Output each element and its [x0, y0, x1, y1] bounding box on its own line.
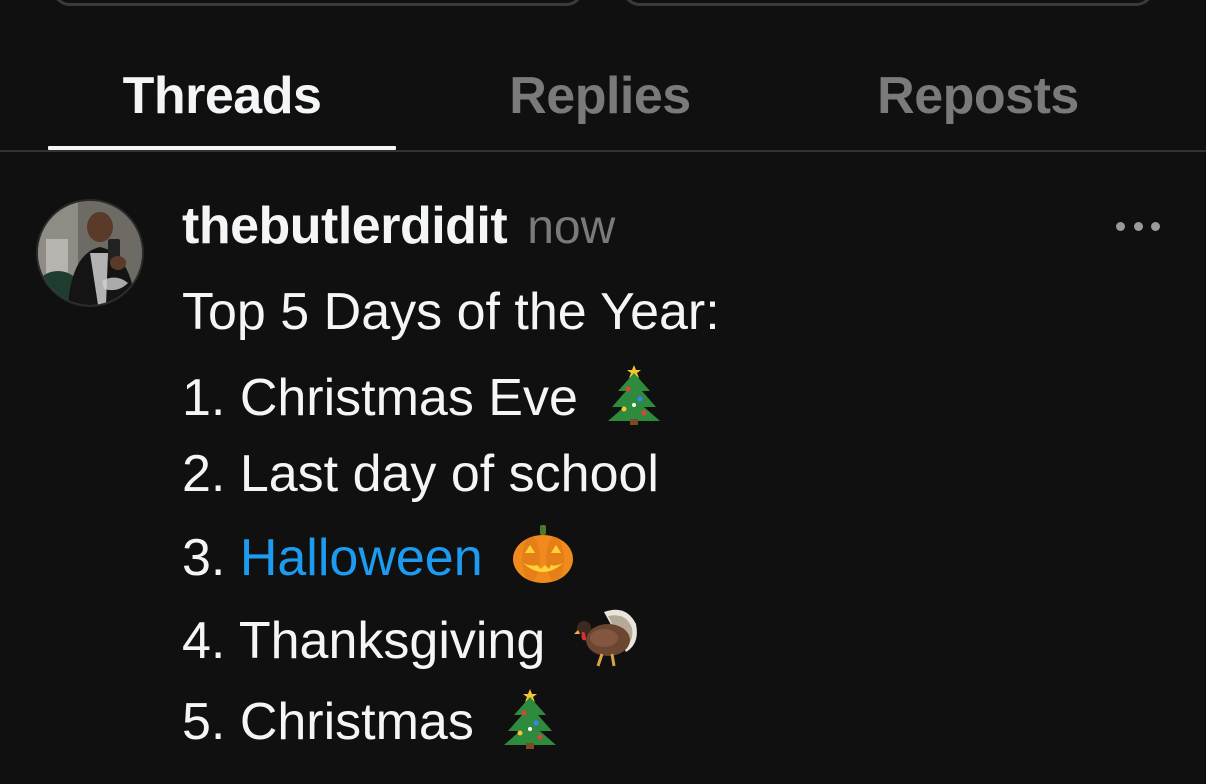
list-number: 4. — [182, 612, 239, 670]
tab-threads[interactable]: Threads — [48, 56, 396, 150]
post-line: 1. Christmas Eve — [182, 361, 1162, 442]
post-line: 5. Christmas — [182, 685, 1162, 766]
tab-threads-label: Threads — [122, 67, 322, 125]
more-options-icon[interactable] — [1116, 214, 1160, 238]
post-line-text: Last day of school — [239, 445, 659, 503]
post-line-text: Christmas — [239, 693, 474, 751]
tabs-divider — [0, 150, 1206, 152]
share-profile-button[interactable] — [622, 0, 1154, 6]
tab-replies[interactable]: Replies — [420, 56, 780, 150]
timestamp: now — [527, 201, 616, 254]
hashtag-link[interactable]: Halloween — [240, 529, 483, 587]
avatar[interactable] — [36, 199, 144, 307]
post-line: 4. Thanksgiving — [182, 604, 1162, 685]
post-body: Top 5 Days of the Year: 1. Christmas Eve… — [182, 280, 1162, 766]
profile-photo-icon — [38, 201, 142, 305]
profile-tabs: Threads Replies Reposts — [0, 56, 1206, 152]
post-line-text: Christmas Eve — [239, 369, 578, 427]
post-line: 3. Halloween — [182, 523, 1162, 604]
christmas-tree-icon — [606, 361, 662, 440]
list-number: 1. — [182, 369, 240, 427]
username[interactable]: thebutlerdidit — [182, 196, 508, 256]
tab-reposts-label: Reposts — [877, 67, 1079, 125]
post-line-text: Thanksgiving — [238, 612, 546, 670]
post-line-text: Top 5 Days of the Year: — [182, 283, 720, 341]
tab-replies-label: Replies — [509, 67, 691, 125]
post-line: 2. Last day of school — [182, 442, 1162, 523]
tab-reposts[interactable]: Reposts — [800, 56, 1156, 150]
profile-threads-page: Threads Replies Reposts thebutlerdidit n… — [0, 0, 1206, 784]
list-number: 2. — [182, 445, 240, 503]
turkey-icon — [573, 604, 640, 683]
list-number: 5. — [182, 693, 240, 751]
list-number: 3. — [182, 529, 240, 587]
christmas-tree-icon — [502, 685, 558, 764]
jack-o-lantern-icon — [511, 523, 575, 600]
post-line: Top 5 Days of the Year: — [182, 280, 1162, 361]
post-header: thebutlerdidit now — [182, 196, 615, 260]
edit-profile-button[interactable] — [52, 0, 584, 6]
